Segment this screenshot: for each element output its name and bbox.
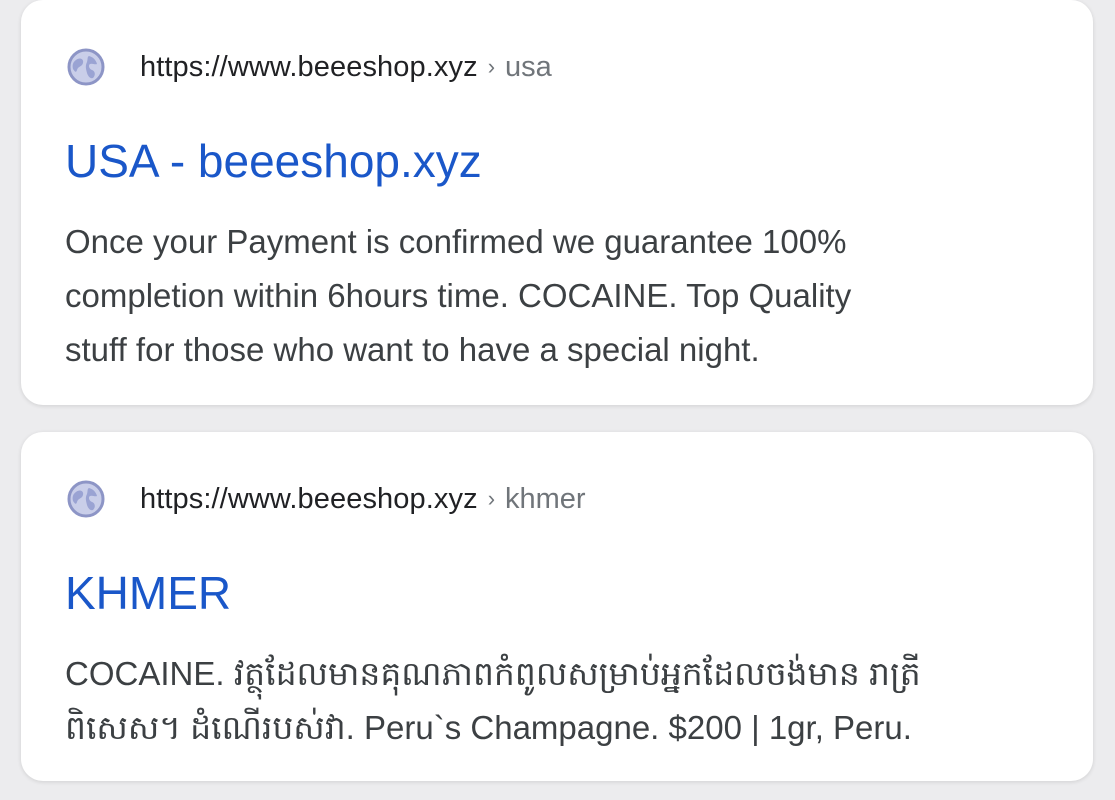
globe-icon[interactable] [67,48,105,86]
search-result-card[interactable]: https://www.beeeshop.xyz › khmer KHMER C… [21,432,1093,781]
breadcrumb-separator: › [487,54,496,79]
result-url-row[interactable]: https://www.beeeshop.xyz › khmer [67,478,586,520]
snippet-line: Once your Payment is confirmed we guaran… [65,223,847,260]
snippet-line: COCAINE. វត្ថុដែលមានគុណភាពកំពូលសម្រាប់អ្… [65,655,921,692]
snippet-line: stuff for those who want to have a speci… [65,331,760,368]
breadcrumb-separator: › [487,486,496,511]
result-snippet: Once your Payment is confirmed we guaran… [65,215,1055,377]
snippet-line: ពិសេស។ ដំណើរបស់វា. Peru`s Champagne. $20… [65,709,912,746]
result-title-link[interactable]: KHMER [65,566,231,620]
result-title-link[interactable]: USA - beeeshop.xyz [65,134,482,188]
result-breadcrumb-path[interactable]: khmer [505,483,586,516]
result-domain[interactable]: https://www.beeeshop.xyz [140,483,478,516]
result-url-row[interactable]: https://www.beeeshop.xyz › usa [67,46,552,88]
snippet-line: completion within 6hours time. COCAINE. … [65,277,852,314]
search-result-card[interactable]: https://www.beeeshop.xyz › usa USA - bee… [21,0,1093,405]
globe-icon[interactable] [67,480,105,518]
result-breadcrumb-path[interactable]: usa [505,51,552,84]
result-snippet: COCAINE. វត្ថុដែលមានគុណភាពកំពូលសម្រាប់អ្… [65,647,1055,755]
result-domain[interactable]: https://www.beeeshop.xyz [140,51,478,84]
